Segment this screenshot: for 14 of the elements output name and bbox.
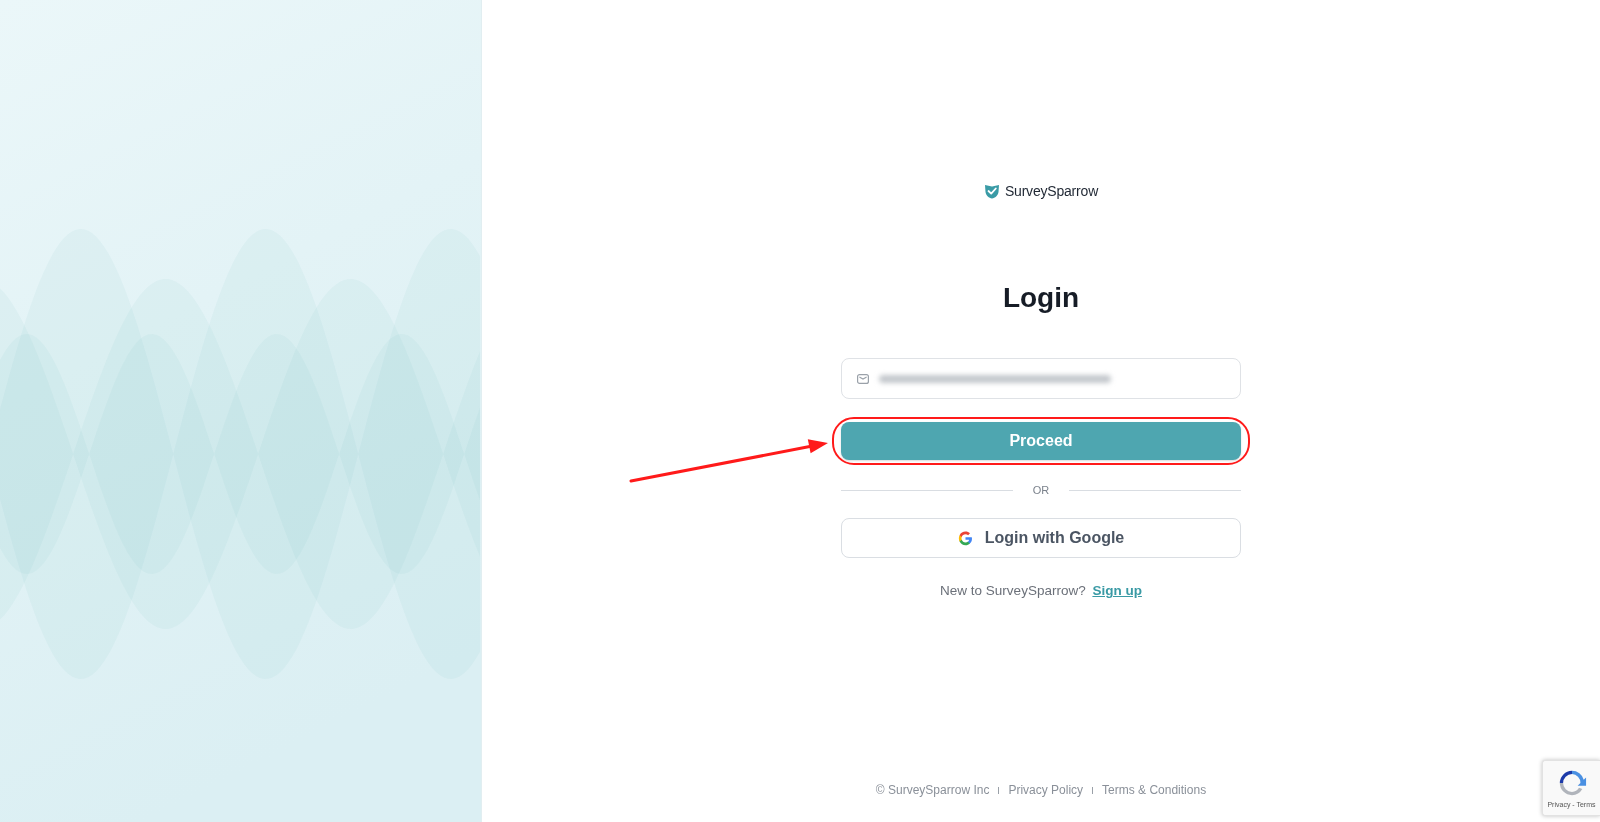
logo-icon: [983, 183, 1000, 199]
google-icon: [957, 530, 973, 546]
signup-link[interactable]: Sign up: [1092, 583, 1142, 598]
brand-name: SurveySparrow: [1004, 183, 1099, 199]
footer-link[interactable]: Privacy Policy: [1008, 782, 1084, 798]
footer-link[interactable]: Terms & Conditions: [1102, 782, 1207, 798]
google-login-button[interactable]: Login with Google: [841, 518, 1241, 558]
signup-prompt: New to SurveySparrow? Sign up: [940, 582, 1142, 600]
login-heading: Login: [1002, 281, 1080, 315]
proceed-button[interactable]: Proceed: [841, 422, 1241, 460]
email-field[interactable]: [841, 358, 1241, 399]
copyright-text: © SurveySparrow Inc: [875, 782, 990, 798]
mail-icon: [857, 373, 869, 384]
or-label: OR: [1031, 484, 1051, 496]
